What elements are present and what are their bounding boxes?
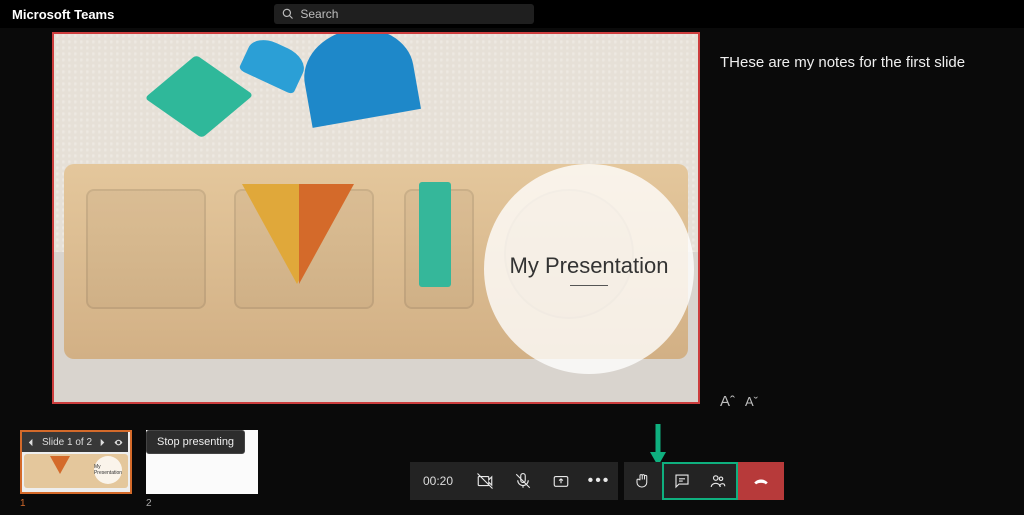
thumbnail-number: 1 (20, 498, 132, 509)
search-placeholder: Search (300, 7, 338, 21)
eye-icon[interactable] (114, 438, 123, 447)
chat-button[interactable] (662, 462, 700, 500)
title-bar: Microsoft Teams Search (0, 0, 1024, 28)
call-duration: 00:20 (410, 462, 466, 500)
thumb-graphic: My Presentation (94, 456, 122, 484)
camera-toggle-button[interactable] (466, 462, 504, 500)
call-controls: 00:20 ••• (410, 462, 784, 500)
slide-title: My Presentation (510, 253, 669, 279)
increase-font-button[interactable]: Aˆ (720, 393, 735, 410)
raise-hand-button[interactable] (624, 462, 662, 500)
mic-off-icon (514, 472, 532, 490)
search-icon (282, 8, 294, 20)
decrease-font-button[interactable]: Aˇ (745, 394, 758, 409)
share-button[interactable] (542, 462, 580, 500)
app-title: Microsoft Teams (12, 7, 114, 22)
title-underline (570, 285, 608, 286)
slide-title-container: My Presentation (484, 164, 694, 374)
slide-counter: Slide 1 of 2 (42, 437, 92, 448)
mic-toggle-button[interactable] (504, 462, 542, 500)
decorative-shape (299, 184, 354, 284)
bottom-toolbar: Slide 1 of 2 My Presentation 1 2 Stop pr… (0, 416, 1024, 515)
speaker-notes-pane: THese are my notes for the first slide A… (702, 28, 1024, 416)
chat-icon (673, 472, 691, 490)
stop-presenting-button[interactable]: Stop presenting (146, 430, 245, 454)
stop-presenting-label: Stop presenting (157, 436, 234, 448)
thumbnail-nav-overlay: Slide 1 of 2 (22, 432, 128, 452)
thumbnail-number: 2 (146, 498, 258, 509)
next-slide-icon[interactable] (98, 438, 107, 447)
thumb-graphic (50, 456, 70, 474)
people-icon (709, 472, 727, 490)
current-slide[interactable]: My Presentation (52, 32, 700, 404)
slide-area: My Presentation (0, 28, 702, 416)
ellipsis-icon: ••• (588, 472, 611, 490)
slide-thumbnail-1[interactable]: Slide 1 of 2 My Presentation (20, 430, 132, 494)
camera-off-icon (476, 472, 494, 490)
share-tray-icon (552, 472, 570, 490)
hand-icon (634, 472, 652, 490)
prev-slide-icon[interactable] (27, 438, 36, 447)
participants-button[interactable] (700, 462, 738, 500)
board-recess (86, 189, 206, 309)
decorative-shape (419, 182, 451, 287)
speaker-notes-text[interactable]: THese are my notes for the first slide (720, 54, 1018, 71)
leave-call-button[interactable] (738, 462, 784, 500)
hangup-icon (752, 472, 770, 490)
more-options-button[interactable]: ••• (580, 462, 618, 500)
search-box[interactable]: Search (274, 4, 534, 24)
